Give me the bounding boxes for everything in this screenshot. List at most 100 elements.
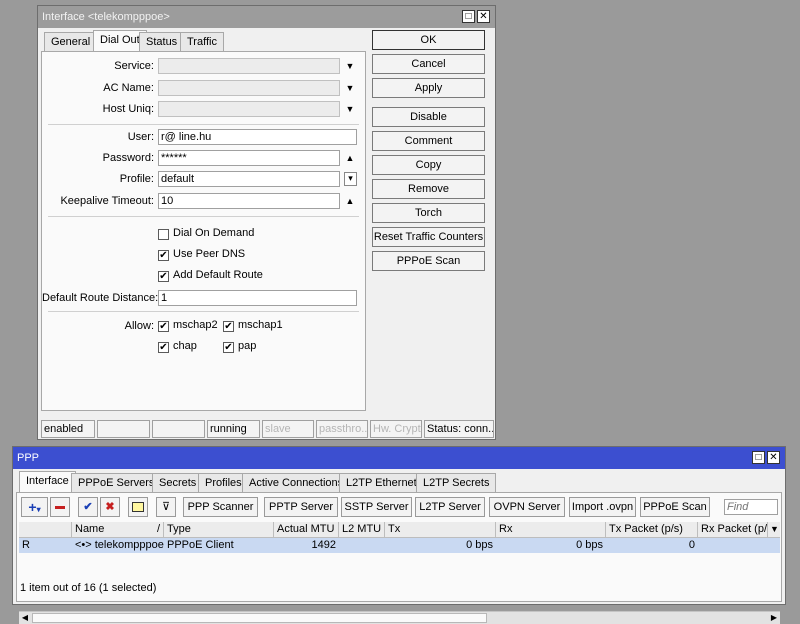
service-field[interactable] — [158, 58, 340, 74]
dial-on-demand-label: Dial On Demand — [173, 227, 255, 239]
check-icon: ✔ — [83, 501, 93, 513]
ppp-scanner-button[interactable]: PPP Scanner — [183, 497, 258, 517]
tab-secrets[interactable]: Secrets — [152, 473, 204, 492]
column-tx[interactable]: Tx — [385, 522, 496, 537]
scroll-thumb[interactable] — [32, 613, 487, 623]
find-input[interactable] — [724, 499, 778, 515]
tab-pppoe-servers[interactable]: PPPoE Servers — [71, 473, 162, 492]
row-tx: 0 bps — [466, 539, 493, 551]
interface-window: Interface <telekompppoe> □ ✕ General Dia… — [37, 5, 496, 440]
add-button[interactable]: +▾ — [21, 497, 48, 517]
maximize-icon[interactable]: □ — [752, 451, 765, 464]
cancel-button[interactable]: Cancel — [372, 54, 485, 74]
apply-button[interactable]: Apply — [372, 78, 485, 98]
l2tp-server-button[interactable]: L2TP Server — [415, 497, 485, 517]
reset-traffic-counters-button[interactable]: Reset Traffic Counters — [372, 227, 485, 247]
ovpn-server-button[interactable]: OVPN Server — [489, 497, 565, 517]
tab-active-connections[interactable]: Active Connections — [242, 473, 351, 492]
use-peer-dns-checkbox[interactable]: ✔ — [158, 250, 169, 261]
service-dropdown-icon[interactable]: ▼ — [344, 59, 356, 73]
column-rx[interactable]: Rx — [496, 522, 606, 537]
row-type: PPPoE Client — [167, 539, 234, 551]
column-actual-mtu[interactable]: Actual MTU — [274, 522, 339, 537]
comment-button[interactable]: Comment — [372, 131, 485, 151]
password-field[interactable]: ****** — [158, 150, 340, 166]
column-flag[interactable] — [19, 522, 72, 537]
tab-general[interactable]: General — [44, 32, 98, 51]
column-rx-packet[interactable]: Rx Packet (p/s — [698, 522, 768, 537]
scroll-right-icon[interactable]: ▶ — [768, 612, 780, 624]
status-empty-1 — [97, 420, 150, 438]
chevron-down-icon: ▾ — [36, 505, 41, 514]
column-l2-mtu[interactable]: L2 MTU — [339, 522, 385, 537]
horizontal-scrollbar[interactable]: ◀ ▶ — [19, 611, 780, 624]
status-empty-2 — [152, 420, 205, 438]
dial-on-demand-checkbox[interactable] — [158, 229, 169, 240]
password-label: Password: — [102, 152, 154, 164]
comment-icon — [132, 502, 144, 513]
interface-window-title: Interface <telekompppoe> — [42, 11, 170, 23]
chap-checkbox[interactable]: ✔ — [158, 342, 169, 353]
mschap2-checkbox[interactable]: ✔ — [158, 321, 169, 332]
remove-button[interactable]: Remove — [372, 179, 485, 199]
close-icon[interactable]: ✕ — [767, 451, 780, 464]
tab-l2tp-secrets[interactable]: L2TP Secrets — [416, 473, 497, 492]
tab-traffic[interactable]: Traffic — [180, 32, 224, 51]
service-label: Service: — [114, 60, 154, 72]
torch-button[interactable]: Torch — [372, 203, 485, 223]
tab-l2tp-ethernet[interactable]: L2TP Ethernet — [339, 473, 424, 492]
host-uniq-field[interactable] — [158, 101, 340, 117]
maximize-icon[interactable]: □ — [462, 10, 475, 23]
ppp-window-titlebar[interactable]: PPP □ ✕ — [13, 447, 785, 469]
password-toggle-icon[interactable]: ▲ — [344, 151, 356, 165]
mschap2-label: mschap2 — [173, 319, 218, 331]
row-rx-packet — [698, 538, 768, 553]
enable-button[interactable]: ✔ — [78, 497, 98, 517]
disable-button[interactable]: Disable — [372, 107, 485, 127]
profile-dropdown-icon[interactable]: ▾ — [344, 172, 357, 186]
row-rx: 0 bps — [576, 539, 603, 551]
keepalive-field[interactable]: 10 — [158, 193, 340, 209]
comment-button[interactable] — [128, 497, 148, 517]
status-running: running — [207, 420, 260, 438]
sstp-server-button[interactable]: SSTP Server — [341, 497, 412, 517]
import-ovpn-button[interactable]: Import .ovpn — [569, 497, 636, 517]
pptp-server-button[interactable]: PPTP Server — [264, 497, 338, 517]
ac-name-dropdown-icon[interactable]: ▼ — [344, 81, 356, 95]
column-type[interactable]: Type — [164, 522, 274, 537]
tab-interface[interactable]: Interface — [19, 471, 76, 492]
table-row[interactable]: R <•> telekompppoe PPPoE Client 1492 0 b… — [19, 538, 780, 553]
disable-button[interactable]: ✖ — [100, 497, 120, 517]
add-default-route-checkbox[interactable]: ✔ — [158, 271, 169, 282]
route-distance-field[interactable]: 1 — [158, 290, 357, 306]
remove-button[interactable] — [50, 497, 70, 517]
host-uniq-label: Host Uniq: — [102, 103, 154, 115]
interface-window-titlebar[interactable]: Interface <telekompppoe> □ ✕ — [38, 6, 495, 28]
user-label: User: — [127, 131, 154, 143]
copy-button[interactable]: Copy — [372, 155, 485, 175]
status-connection: Status: conn... — [424, 420, 494, 438]
tab-status[interactable]: Status — [139, 32, 185, 51]
pppoe-scan-button[interactable]: PPPoE Scan — [372, 251, 485, 271]
column-name[interactable]: Name / — [72, 522, 164, 537]
separator — [48, 311, 359, 312]
pap-checkbox[interactable]: ✔ — [223, 342, 234, 353]
x-icon: ✖ — [105, 501, 115, 513]
scroll-left-icon[interactable]: ◀ — [19, 612, 31, 624]
profile-select[interactable]: default — [158, 171, 340, 187]
ok-button[interactable]: OK — [372, 30, 485, 50]
host-uniq-dropdown-icon[interactable]: ▼ — [344, 102, 356, 116]
mschap1-checkbox[interactable]: ✔ — [223, 321, 234, 332]
column-chooser-icon[interactable]: ▼ — [769, 522, 780, 537]
pap-label: pap — [238, 340, 257, 352]
close-icon[interactable]: ✕ — [477, 10, 490, 23]
user-field[interactable]: r@ line.hu — [158, 129, 357, 145]
chap-label: chap — [173, 340, 197, 352]
status-enabled: enabled — [41, 420, 95, 438]
keepalive-toggle-icon[interactable]: ▲ — [344, 194, 356, 208]
filter-button[interactable]: ⊽ — [156, 497, 176, 517]
row-actual-mtu: 1492 — [311, 539, 336, 551]
ac-name-field[interactable] — [158, 80, 340, 96]
pppoe-scan-button[interactable]: PPPoE Scan — [640, 497, 710, 517]
column-tx-packet[interactable]: Tx Packet (p/s) — [606, 522, 698, 537]
